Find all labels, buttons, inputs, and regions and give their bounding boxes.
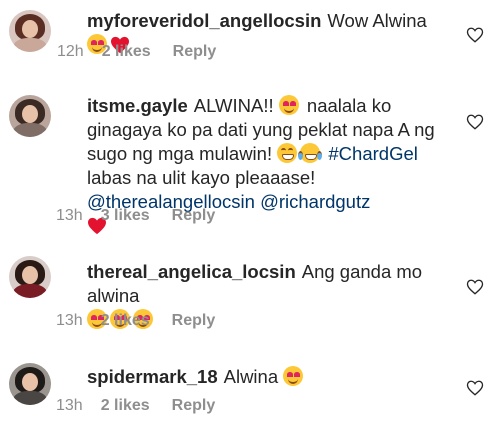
comment-text: spidermark_18 Alwina: [87, 365, 447, 389]
avatar[interactable]: [9, 256, 51, 298]
comment-meta: 13h 3 likes Reply: [56, 207, 237, 225]
mention-link[interactable]: @richardgutz: [260, 191, 370, 212]
tears-of-joy-emoji: [298, 143, 323, 163]
avatar[interactable]: [9, 95, 51, 137]
username-link[interactable]: myforeveridol_angellocsin: [87, 10, 321, 31]
comment-item: spidermark_18 Alwina 13h 2 likes Reply: [0, 355, 500, 433]
username-link[interactable]: thereal_angelica_locsin: [87, 261, 296, 282]
timestamp: 13h: [56, 207, 83, 224]
heart-outline-icon[interactable]: [466, 113, 484, 131]
heart-eyes-emoji: [283, 366, 304, 386]
reply-button[interactable]: Reply: [173, 43, 217, 60]
hashtag-link[interactable]: #ChardGel: [328, 143, 417, 164]
reply-button[interactable]: Reply: [172, 312, 216, 329]
heart-outline-icon[interactable]: [466, 379, 484, 397]
comment-body: ALWINA!!: [193, 95, 274, 116]
likes-count[interactable]: 2 likes: [101, 397, 150, 414]
comment-meta: 13h 2 likes Reply: [56, 312, 237, 330]
heart-outline-icon[interactable]: [466, 278, 484, 296]
comment-item: myforeveridol_angellocsin Wow Alwina 12h 2…: [0, 0, 500, 75]
avatar[interactable]: [9, 10, 51, 52]
timestamp: 12h: [57, 43, 84, 60]
comment-meta: 12h 2 likes Reply: [57, 43, 238, 61]
timestamp: 13h: [56, 312, 83, 329]
reply-button[interactable]: Reply: [172, 207, 216, 224]
timestamp: 13h: [56, 397, 83, 414]
likes-count[interactable]: 3 likes: [101, 207, 150, 224]
avatar[interactable]: [9, 363, 51, 405]
username-link[interactable]: spidermark_18: [87, 366, 218, 387]
heart-eyes-emoji: [278, 95, 299, 115]
likes-count[interactable]: 2 likes: [101, 312, 150, 329]
comment-item: thereal_angelica_locsin Ang ganda mo alwi…: [0, 250, 500, 340]
username-link[interactable]: itsme.gayle: [87, 95, 188, 116]
comment-body: Wow Alwina: [327, 10, 427, 31]
reply-button[interactable]: Reply: [172, 397, 216, 414]
comment-body: labas na ulit kayo pleaaase!: [87, 167, 316, 188]
heart-outline-icon[interactable]: [466, 26, 484, 44]
likes-count[interactable]: 2 likes: [102, 43, 151, 60]
comment-meta: 13h 2 likes Reply: [56, 397, 237, 415]
comment-item: itsme.gayle ALWINA!! naalala ko ginagaya …: [0, 85, 500, 235]
comment-body: Alwina: [223, 366, 279, 387]
grinning-emoji: [277, 143, 298, 163]
